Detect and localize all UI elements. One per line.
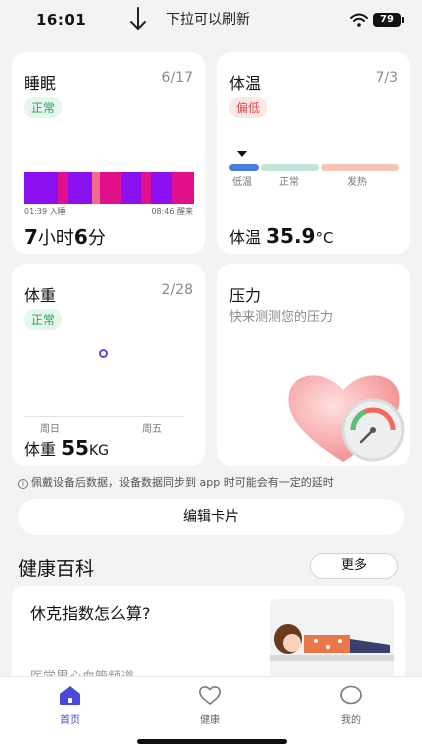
weight-tick-left: 周日 (40, 424, 60, 435)
info-icon: i (18, 479, 28, 489)
temperature-status-badge: 偏低 (229, 97, 268, 118)
temperature-label-fever: 发热 (347, 177, 367, 188)
article-thumbnail (270, 599, 394, 685)
sleep-duration: 7小时6分 (24, 224, 106, 250)
sleep-start-label: 01:39 入睡 (24, 207, 66, 216)
sleep-stage-segment (171, 172, 194, 204)
heart-gauge-illustration (288, 375, 405, 462)
temperature-label-normal: 正常 (279, 177, 299, 188)
sleep-status-badge: 正常 (24, 97, 63, 118)
status-time: 16:01 (36, 11, 87, 29)
sleep-card[interactable]: 睡眠 6/17 正常 01:39 入睡 08:46 醒来 7小时6分 (12, 52, 205, 254)
weight-card[interactable]: 体重 2/28 正常 周日 周五 体重 55KG (12, 264, 205, 466)
temperature-range-fever (321, 164, 399, 171)
sleep-hours: 7 (24, 225, 38, 249)
edit-cards-button[interactable]: 编辑卡片 (18, 499, 404, 535)
home-indicator (137, 739, 287, 744)
article-card[interactable]: 休克指数怎么算? 医学界心血管频道 (12, 586, 405, 686)
heart-icon (199, 686, 221, 705)
tab-home[interactable]: 首页 (30, 683, 110, 726)
article-title: 休克指数怎么算? (30, 604, 151, 623)
tab-home-label: 首页 (60, 715, 80, 726)
weight-card-title: 体重 (24, 286, 57, 305)
weight-axis-line (24, 416, 184, 417)
sleep-stage-segment (120, 172, 142, 204)
tab-health[interactable]: 健康 (170, 683, 250, 726)
tab-profile-label: 我的 (341, 715, 361, 726)
sleep-minutes-unit: 分 (87, 228, 106, 249)
sleep-minutes: 6 (73, 225, 88, 249)
sync-notice-text: 佩戴设备后数据，设备数据同步到 app 时可能会有一定的延时 (31, 476, 334, 489)
article-illustration (270, 599, 394, 685)
weight-unit: KG (88, 443, 109, 459)
weight-prefix: 体重 (24, 440, 57, 459)
sync-notice: i 佩戴设备后数据，设备数据同步到 app 时可能会有一定的延时 (18, 474, 334, 490)
stress-card-subtitle: 快来测测您的压力 (229, 310, 334, 325)
sleep-stage-segment (91, 172, 101, 204)
temperature-unit: °C (315, 229, 334, 247)
sleep-card-title: 睡眠 (24, 74, 57, 93)
weight-card-date: 2/28 (161, 282, 193, 298)
temperature-marker (237, 151, 247, 157)
sleep-card-date: 6/17 (161, 70, 193, 86)
health-encyclopedia-title: 健康百科 (18, 558, 95, 580)
sleep-stage-segment (100, 172, 121, 204)
temperature-card-date: 7/3 (375, 70, 398, 86)
sleep-stage-segment (141, 172, 152, 204)
sleep-end-label: 08:46 醒来 (151, 207, 193, 216)
stress-card-title: 压力 (229, 286, 262, 305)
sleep-hours-unit: 小时 (37, 228, 74, 249)
temperature-label-low: 低温 (232, 177, 252, 188)
temperature-value: 体温 35.9°C (229, 224, 333, 248)
battery-tip (402, 17, 404, 23)
weight-status-badge: 正常 (24, 309, 63, 330)
temperature-card-title: 体温 (229, 74, 262, 93)
arrow-down-icon (130, 7, 146, 30)
tab-profile[interactable]: 我的 (311, 683, 391, 726)
wifi-icon (350, 13, 368, 27)
temperature-range-normal (261, 164, 319, 171)
temperature-prefix: 体温 (229, 228, 262, 247)
sleep-stage-bar (24, 172, 194, 204)
home-icon (60, 686, 80, 705)
sleep-stage-segment (24, 172, 58, 204)
temperature-card[interactable]: 体温 7/3 偏低 低温 正常 发热 体温 35.9°C (217, 52, 410, 254)
battery-indicator: 79 (373, 13, 401, 27)
sleep-stage-segment (165, 172, 172, 204)
weight-value: 体重 55KG (24, 436, 109, 460)
pull-to-refresh-hint: 下拉可以刷新 (166, 12, 250, 28)
stress-card[interactable]: 压力 快来测测您的压力 (217, 264, 410, 466)
more-button[interactable]: 更多 (310, 553, 398, 579)
weight-tick-right: 周五 (142, 424, 162, 435)
sleep-stage-segment (58, 172, 69, 204)
weight-number: 55 (61, 436, 89, 460)
temperature-range-low (229, 164, 259, 171)
weight-data-point (99, 349, 108, 358)
sleep-stage-segment (68, 172, 92, 204)
temperature-number: 35.9 (266, 224, 316, 248)
tab-health-label: 健康 (200, 715, 220, 726)
profile-icon (340, 685, 362, 705)
sleep-stage-segment (151, 172, 166, 204)
status-bar: 16:01 下拉可以刷新 79 (0, 0, 422, 40)
